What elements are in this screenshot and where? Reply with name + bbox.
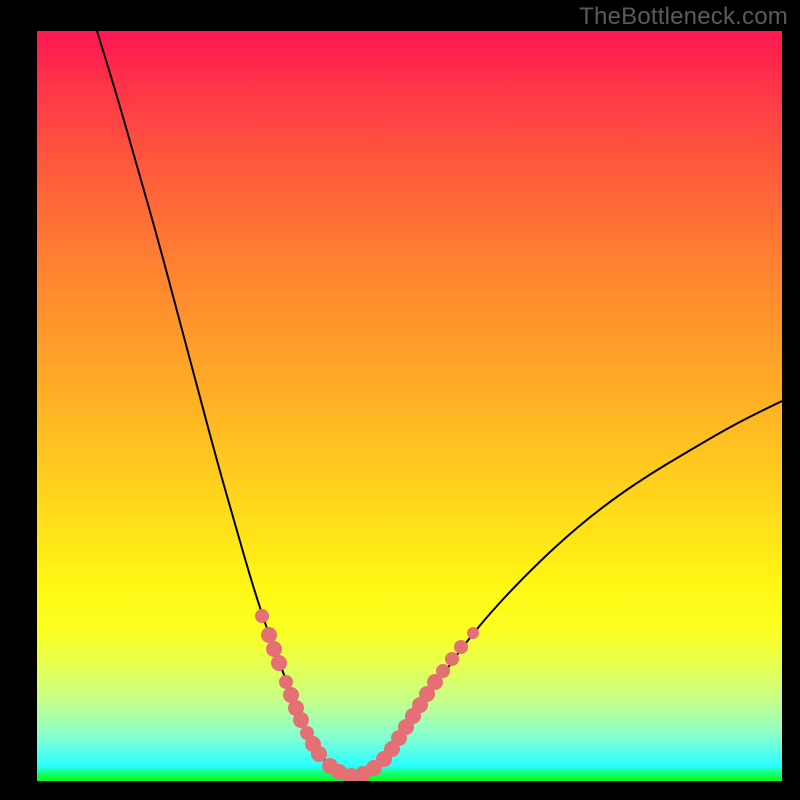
data-bead — [293, 712, 309, 728]
data-bead — [454, 640, 468, 654]
data-bead — [445, 652, 459, 666]
data-bead — [271, 655, 287, 671]
watermark-text: TheBottleneck.com — [579, 3, 788, 31]
curve-svg — [37, 31, 782, 781]
data-beads — [255, 609, 479, 781]
chart-frame: TheBottleneck.com — [0, 0, 800, 800]
data-bead — [311, 746, 327, 762]
data-bead — [436, 664, 450, 678]
bottleneck-curve — [97, 31, 782, 775]
data-bead — [255, 609, 269, 623]
data-bead — [279, 675, 293, 689]
plot-area — [37, 31, 782, 781]
data-bead — [261, 627, 277, 643]
data-bead — [467, 627, 479, 639]
data-bead — [266, 641, 282, 657]
